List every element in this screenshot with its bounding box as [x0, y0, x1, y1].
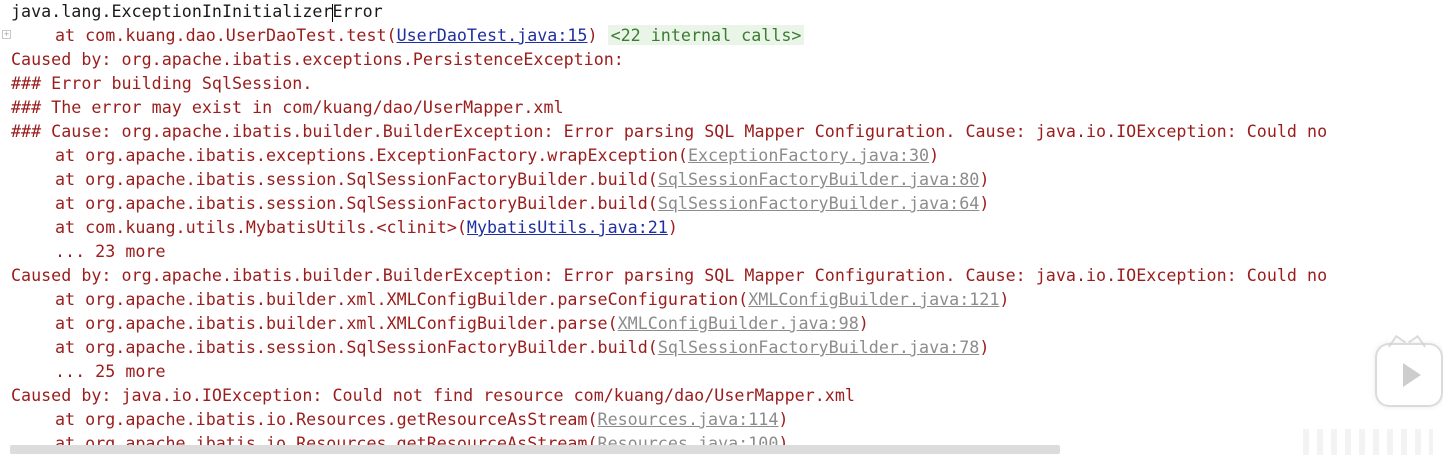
exception-title-part2: Error	[332, 1, 383, 21]
source-link-userdaotest[interactable]: UserDaoTest.java:15	[397, 25, 588, 45]
source-link-sqlsessionfactorybuilder[interactable]: SqlSessionFactoryBuilder.java:78	[658, 337, 980, 357]
stack-frame-text: at org.apache.ibatis.session.SqlSessionF…	[55, 193, 658, 213]
source-link-mybatisutils[interactable]: MybatisUtils.java:21	[467, 217, 668, 237]
stack-frame-line: at org.apache.ibatis.session.SqlSessionF…	[11, 168, 1443, 192]
stack-frame-text: at com.kuang.utils.MybatisUtils.<clinit>…	[55, 217, 467, 237]
stack-frame-text: at org.apache.ibatis.exceptions.Exceptio…	[55, 145, 688, 165]
fold-expand-icon[interactable]: +	[2, 30, 11, 39]
source-link-sqlsessionfactorybuilder[interactable]: SqlSessionFactoryBuilder.java:64	[658, 193, 980, 213]
stack-frame-line: at org.apache.ibatis.session.SqlSessionF…	[11, 336, 1443, 360]
stack-frame-paren: )	[778, 409, 789, 429]
more-frames-line: ... 23 more	[55, 241, 166, 261]
stack-frame-line: at org.apache.ibatis.builder.xml.XMLConf…	[11, 312, 1443, 336]
more-frames-line: ... 25 more	[55, 361, 166, 381]
internal-calls-fold[interactable]: <22 internal calls>	[607, 25, 805, 45]
source-link-xmlconfigbuilder[interactable]: XMLConfigBuilder.java:121	[748, 289, 999, 309]
exception-title-part1: java.lang.ExceptionInInitializer	[11, 1, 333, 21]
stack-frame-paren: )	[667, 217, 678, 237]
stack-frame-text: at org.apache.ibatis.builder.xml.XMLConf…	[55, 289, 749, 309]
stack-frame-line: at org.apache.ibatis.session.SqlSessionF…	[11, 192, 1443, 216]
watermark-logo	[1303, 429, 1433, 455]
stack-frame-paren: )	[979, 193, 990, 213]
video-play-icon[interactable]	[1375, 334, 1443, 407]
source-link-exceptionfactory[interactable]: ExceptionFactory.java:30	[688, 145, 929, 165]
stack-frame-line: at org.apache.ibatis.io.Resources.getRes…	[11, 408, 1443, 432]
source-link-xmlconfigbuilder[interactable]: XMLConfigBuilder.java:98	[618, 313, 859, 333]
stack-frame-line: at org.apache.ibatis.builder.xml.XMLConf…	[11, 288, 1443, 312]
error-detail-line: ### Error building SqlSession.	[11, 73, 313, 93]
caused-by-line: Caused by: java.io.IOException: Could no…	[11, 385, 855, 405]
stack-frame-text: at com.kuang.dao.UserDaoTest.test(	[55, 25, 397, 45]
source-link-resources[interactable]: Resources.java:114	[598, 409, 779, 429]
stack-frame-paren: )	[929, 145, 940, 165]
horizontal-scrollbar[interactable]	[10, 445, 1060, 454]
stack-frame-paren: )	[587, 25, 598, 45]
stack-frame-paren: )	[979, 169, 990, 189]
stack-frame-text: at org.apache.ibatis.io.Resources.getRes…	[55, 409, 598, 429]
stack-frame-line: at com.kuang.utils.MybatisUtils.<clinit>…	[11, 216, 1443, 240]
stack-frame-line: at com.kuang.dao.UserDaoTest.test(UserDa…	[11, 24, 1443, 48]
play-triangle-icon	[1403, 363, 1421, 387]
stack-frame-text: at org.apache.ibatis.builder.xml.XMLConf…	[55, 313, 618, 333]
stack-frame-paren: )	[858, 313, 869, 333]
stack-frame-text: at org.apache.ibatis.session.SqlSessionF…	[55, 337, 658, 357]
exception-title-line: java.lang.ExceptionInInitializerError	[11, 0, 1443, 24]
stack-frame-text: at org.apache.ibatis.session.SqlSessionF…	[55, 169, 658, 189]
caused-by-line: Caused by: org.apache.ibatis.exceptions.…	[11, 49, 624, 69]
caused-by-line: Caused by: org.apache.ibatis.builder.Bui…	[11, 265, 1328, 285]
console-lines: java.lang.ExceptionInInitializerError at…	[11, 0, 1443, 455]
stack-frame-paren: )	[999, 289, 1010, 309]
stack-frame-line: at org.apache.ibatis.exceptions.Exceptio…	[11, 144, 1443, 168]
console-output: + java.lang.ExceptionInInitializerError …	[0, 0, 1443, 455]
error-cause-line: ### Cause: org.apache.ibatis.builder.Bui…	[11, 121, 1328, 141]
stack-frame-paren: )	[979, 337, 990, 357]
error-detail-line: ### The error may exist in com/kuang/dao…	[11, 97, 564, 117]
source-link-sqlsessionfactorybuilder[interactable]: SqlSessionFactoryBuilder.java:80	[658, 169, 980, 189]
